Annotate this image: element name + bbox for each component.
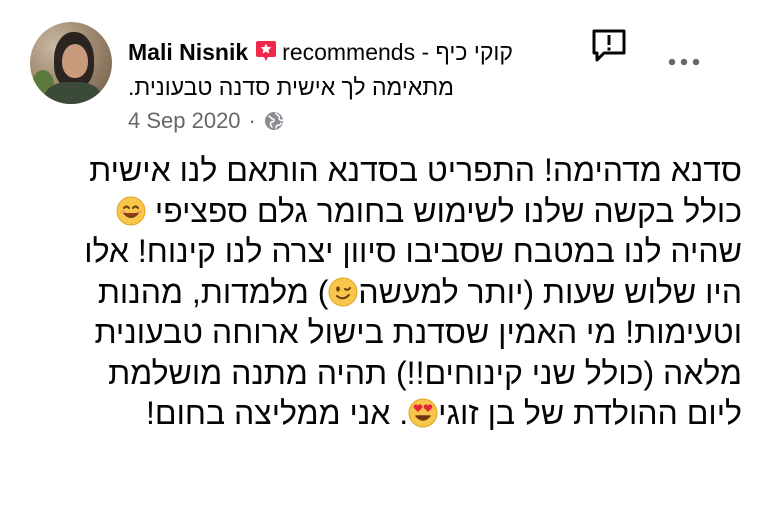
meta-dot: · — [248, 108, 256, 133]
page-name-link[interactable]: קוקי כיף — [436, 39, 513, 65]
recommend-badge-icon — [256, 41, 277, 61]
post-body-text: . אני ממליצה בחום! — [146, 395, 409, 431]
author-name[interactable]: Mali Nisnik — [128, 39, 248, 65]
post-body-line: סדנא מדהימה! התפריט בסדנא הותאם לנו אישי… — [89, 152, 742, 188]
post-date[interactable]: 4 Sep 2020 — [128, 106, 241, 136]
post-body-line: שהיה לנו במטבח שסביבו סיוון יצרה לנו קינ… — [84, 233, 742, 269]
post-body-text: ) מלמדות, מהנות — [97, 273, 329, 310]
post-body-text: כולל בקשה שלנו לשימוש בחומר גלם ספציפי — [154, 192, 742, 229]
globe-icon[interactable] — [264, 111, 284, 131]
smiling-face-emoji — [116, 196, 146, 225]
heart-eyes-emoji — [408, 398, 438, 428]
post-header: Mali Nisnik recommends - קוקי כיף — [128, 36, 578, 68]
post-body-line: וטעימות! מי האמין שסדנת בישול ארוחה טבעו… — [94, 314, 742, 350]
avatar-shirt — [44, 82, 102, 104]
recommends-text: recommends — [282, 39, 416, 65]
post-body-text: היו שלוש שעות (יותר למעשה — [358, 273, 742, 310]
report-exclamation-icon[interactable] — [590, 28, 628, 64]
winking-face-emoji — [328, 277, 358, 306]
post-body-line: כולל בקשה שלנו לשימוש בחומר גלם ספציפי — [28, 191, 742, 232]
header-separator: - — [421, 39, 430, 65]
post-body-line: ליום ההולדת של בן זוגי . אני ממליצה בחום… — [28, 393, 742, 434]
avatar-face — [62, 44, 88, 78]
more-dots-icon[interactable] — [664, 52, 704, 72]
post-meta: 4 Sep 2020 · — [128, 106, 284, 136]
post-body-line: מלאה (כולל שני קינוחים!!) תהיה מתנה מושל… — [108, 354, 742, 391]
post-body-text: ליום ההולדת של בן זוגי — [438, 395, 742, 431]
author-avatar[interactable] — [30, 22, 112, 104]
recommendation-subtitle: מתאימה לך אישית סדנה טבעונית. — [128, 74, 454, 100]
post-body-line: היו שלוש שעות (יותר למעשה ) מלמדות, מהנו… — [28, 272, 742, 313]
post-body: סדנא מדהימה! התפריט בסדנא הותאם לנו אישי… — [28, 150, 742, 434]
